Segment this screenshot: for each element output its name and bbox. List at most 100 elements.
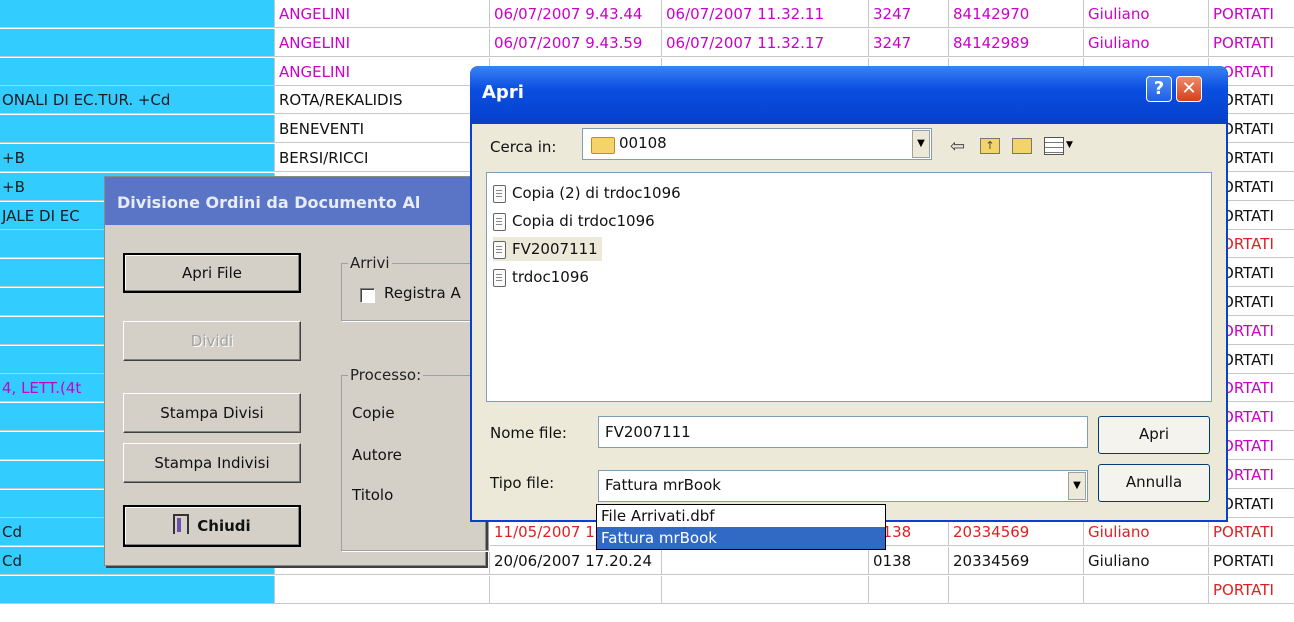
grid-cell: 06/07/2007 11.32.17 <box>662 28 869 57</box>
grid-cell <box>1084 576 1209 604</box>
new-folder-icon[interactable] <box>1012 138 1032 154</box>
arrivi-group: Arrivi Registra A <box>341 254 489 321</box>
grid-row[interactable]: ANGELINI 06/07/2007 9.43.44 06/07/2007 11.… <box>0 0 1294 28</box>
grid-row[interactable]: PORTATI <box>0 576 1294 604</box>
chiudi-label: Chiudi <box>197 517 251 535</box>
grid-cell: ANGELINI <box>275 0 490 28</box>
back-arrow-icon[interactable]: ⇦ <box>950 136 965 157</box>
grid-cell <box>0 57 275 86</box>
grid-cell: +B <box>0 144 275 172</box>
copie-label: Copie <box>352 404 395 422</box>
titolo-label: Titolo <box>352 486 394 504</box>
file-name: trdoc1096 <box>512 268 589 286</box>
grid-cell: 3247 <box>869 0 949 28</box>
grid-cell: 0138 <box>869 547 949 576</box>
apri-file-button[interactable]: Apri File <box>123 253 301 293</box>
apri-button[interactable]: Apri <box>1098 416 1210 454</box>
apri-dialog-title: Apri <box>482 82 524 103</box>
grid-cell <box>0 115 275 144</box>
dividi-button[interactable]: Dividi <box>123 321 301 361</box>
registra-checkbox[interactable] <box>360 288 375 303</box>
grid-cell: PORTATI <box>1209 0 1294 28</box>
annulla-button[interactable]: Annulla <box>1098 464 1210 502</box>
grid-cell: 3247 <box>869 28 949 57</box>
grid-cell: Giuliano <box>1084 518 1209 547</box>
apri-dialog-titlebar[interactable]: Apri ? ✕ <box>470 66 1228 124</box>
nome-file-input[interactable] <box>598 416 1088 448</box>
stampa-divisi-button[interactable]: Stampa Divisi <box>123 393 301 433</box>
chevron-down-icon[interactable]: ▼ <box>912 130 930 158</box>
arrivi-group-label: Arrivi <box>348 254 392 272</box>
tipo-file-dropdown-list: File Arrivati.dbf Fattura mrBook <box>596 504 886 550</box>
chiudi-button[interactable]: Chiudi <box>123 505 301 547</box>
grid-cell <box>275 576 490 604</box>
folder-icon <box>591 137 615 154</box>
grid-cell <box>0 28 275 57</box>
view-menu-icon[interactable] <box>1044 137 1064 155</box>
grid-cell: 06/07/2007 11.32.11 <box>662 0 869 28</box>
view-menu-chevron-icon[interactable]: ▼ <box>1066 140 1073 150</box>
grid-cell: 20334569 <box>949 547 1084 576</box>
tipo-file-label: Tipo file: <box>490 474 555 492</box>
tipo-file-select[interactable]: Fattura mrBook ▼ <box>598 470 1088 502</box>
file-item[interactable]: trdoc1096 <box>493 265 589 289</box>
grid-cell: PORTATI <box>1209 547 1294 576</box>
grid-cell: PORTATI <box>1209 576 1294 604</box>
document-icon <box>493 268 506 287</box>
processo-group-label: Processo: <box>348 366 424 384</box>
cerca-in-combo[interactable]: 00108 ▼ <box>582 128 932 160</box>
grid-cell: Giuliano <box>1084 28 1209 57</box>
stampa-indivisi-button[interactable]: Stampa Indivisi <box>123 443 301 483</box>
grid-cell: ONALI DI EC.TUR. +Cd <box>0 86 275 115</box>
nome-file-label: Nome file: <box>490 424 567 442</box>
tipo-file-value: Fattura mrBook <box>605 476 721 494</box>
document-icon <box>493 240 506 259</box>
grid-cell: 06/07/2007 9.43.44 <box>490 0 662 28</box>
grid-cell <box>490 576 662 604</box>
grid-cell <box>662 576 869 604</box>
grid-cell: 20/06/2007 17.20.24 <box>490 547 662 576</box>
file-item[interactable]: Copia (2) di trdoc1096 <box>493 181 681 205</box>
grid-cell: Giuliano <box>1084 547 1209 576</box>
grid-cell <box>662 547 869 576</box>
grid-cell <box>0 0 275 28</box>
document-icon <box>493 184 506 203</box>
grid-row[interactable]: ANGELINI 06/07/2007 9.43.59 06/07/2007 11.… <box>0 28 1294 57</box>
grid-cell: ANGELINI <box>275 57 490 86</box>
chevron-down-icon[interactable]: ▼ <box>1068 472 1086 500</box>
grid-cell <box>0 576 275 604</box>
grid-cell: PORTATI <box>1209 29 1294 57</box>
grid-cell: BENEVENTI <box>275 115 490 144</box>
grid-cell: ANGELINI <box>275 28 490 57</box>
divisione-dialog-titlebar[interactable]: Divisione Ordini da Documento Al <box>105 177 485 225</box>
grid-cell: ROTA/REKALIDIS <box>275 86 490 115</box>
processo-group: Processo: Copie Autore Titolo <box>341 366 489 551</box>
grid-cell: 84142989 <box>949 28 1084 57</box>
file-item-selected[interactable]: FV2007111 <box>493 237 602 261</box>
grid-cell: BERSI/RICCI <box>275 144 490 172</box>
grid-cell <box>869 576 949 604</box>
cerca-in-label: Cerca in: <box>490 138 557 156</box>
cerca-in-value: 00108 <box>619 134 667 152</box>
grid-cell: 06/07/2007 9.43.59 <box>490 28 662 57</box>
up-folder-icon[interactable]: ↑ <box>980 138 1000 154</box>
file-item[interactable]: Copia di trdoc1096 <box>493 209 655 233</box>
registra-label: Registra A <box>384 284 461 302</box>
file-name: Copia (2) di trdoc1096 <box>512 184 681 202</box>
file-list: Copia (2) di trdoc1096 Copia di trdoc109… <box>486 172 1212 402</box>
document-icon <box>493 212 506 231</box>
tipo-option-selected[interactable]: Fattura mrBook <box>597 527 885 549</box>
grid-cell <box>949 576 1084 604</box>
apri-file-dialog: Apri ? ✕ Cerca in: 00108 ▼ ⇦ ↑ ▼ Copia (… <box>470 66 1228 522</box>
close-button[interactable]: ✕ <box>1176 76 1202 102</box>
grid-cell: PORTATI <box>1209 518 1294 547</box>
grid-cell: 20334569 <box>949 518 1084 547</box>
divisione-ordini-dialog: Divisione Ordini da Documento Al Apri Fi… <box>104 176 489 566</box>
door-exit-icon <box>173 514 190 534</box>
file-name: FV2007111 <box>512 240 598 258</box>
tipo-option[interactable]: File Arrivati.dbf <box>597 505 885 527</box>
help-button[interactable]: ? <box>1146 76 1172 102</box>
file-name: Copia di trdoc1096 <box>512 212 655 230</box>
autore-label: Autore <box>352 446 402 464</box>
grid-cell: Giuliano <box>1084 0 1209 28</box>
